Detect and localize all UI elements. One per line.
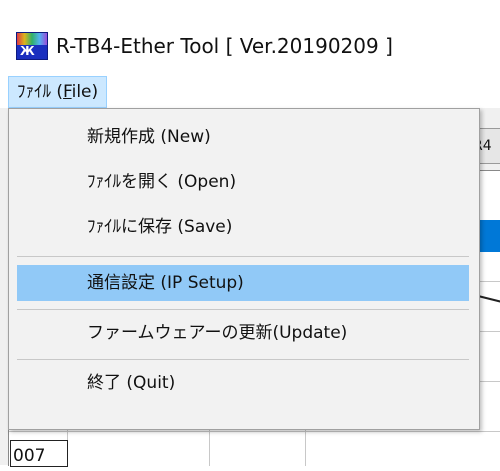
menu-file-accel: F: [63, 82, 72, 102]
title-bar: Ж R-TB4-Ether Tool [ Ver.20190209 ]: [0, 0, 500, 74]
menu-item-quit-label: 終了 (Quit): [87, 373, 176, 393]
menu-separator: [17, 359, 469, 360]
menu-item-ip-setup-label: 通信設定 (IP Setup): [87, 273, 244, 293]
row-label[interactable]: 007: [10, 440, 68, 467]
menu-file[interactable]: ﾌｧｲﾙ (File): [8, 76, 108, 108]
menu-item-save[interactable]: ﾌｧｲﾙに保存 (Save): [17, 209, 469, 245]
menu-item-update-label: ファームウェアーの更新(Update): [87, 323, 348, 343]
menu-item-open-label: ﾌｧｲﾙを開く (Open): [87, 172, 237, 192]
menu-item-update[interactable]: ファームウェアーの更新(Update): [17, 315, 469, 351]
menu-item-save-label: ﾌｧｲﾙに保存 (Save): [87, 217, 233, 237]
window-title: R-TB4-Ether Tool [ Ver.20190209 ]: [56, 34, 393, 58]
menu-separator: [17, 309, 469, 310]
menu-item-quit[interactable]: 終了 (Quit): [17, 365, 469, 401]
menu-file-suffix: ile): [71, 82, 99, 102]
menu-item-open[interactable]: ﾌｧｲﾙを開く (Open): [17, 164, 469, 200]
app-logo-icon: Ж: [16, 32, 48, 60]
menu-file-prefix: ﾌｧｲﾙ (: [17, 82, 64, 102]
menu-item-new-label: 新規作成 (New): [87, 127, 211, 147]
file-dropdown-menu: 新規作成 (New) ﾌｧｲﾙを開く (Open) ﾌｧｲﾙに保存 (Save)…: [8, 108, 480, 430]
menu-bar: ﾌｧｲﾙ (File): [0, 74, 500, 109]
menu-separator: [17, 256, 469, 257]
menu-item-ip-setup[interactable]: 通信設定 (IP Setup): [17, 265, 469, 301]
menu-item-new[interactable]: 新規作成 (New): [17, 119, 469, 155]
